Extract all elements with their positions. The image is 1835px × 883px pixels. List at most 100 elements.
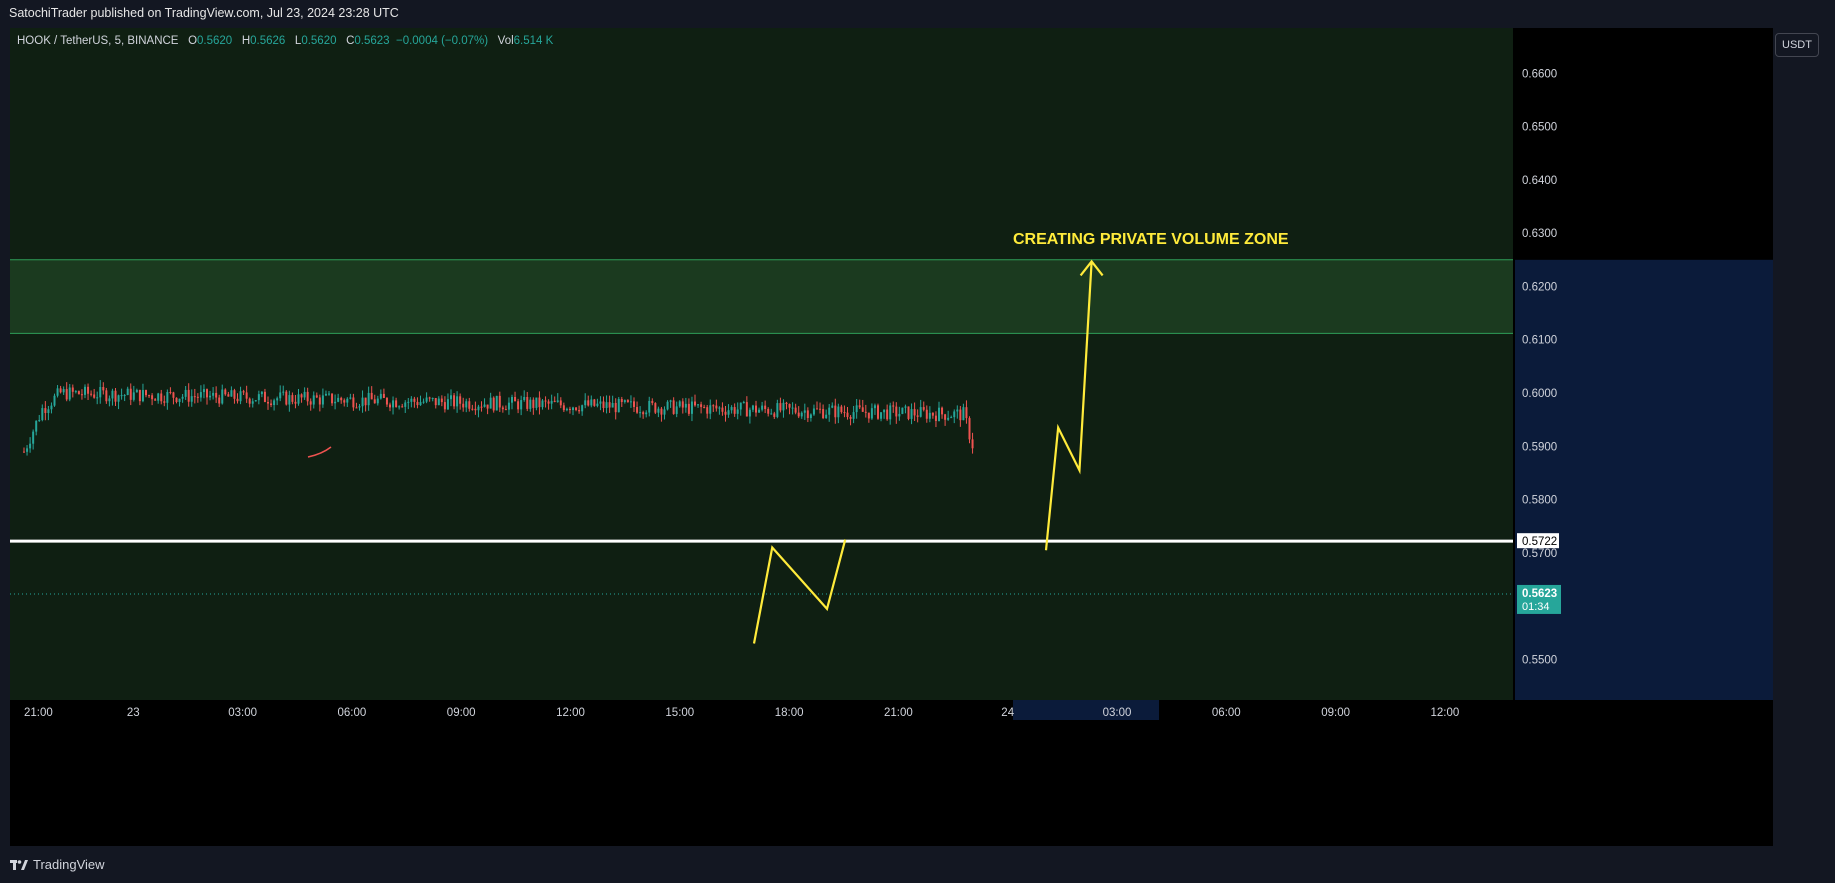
candle-body-up (324, 393, 327, 396)
candle-body-up (889, 405, 892, 420)
currency-button[interactable]: USDT (1775, 33, 1819, 57)
chart-frame[interactable]: CREATING PRIVATE VOLUME ZONE 0.6600 0.650… (10, 28, 1773, 846)
candle-body-down (794, 407, 797, 413)
symbol-label[interactable]: HOOK / TetherUS, 5, BINANCE (17, 35, 178, 47)
candle-body-down (931, 412, 934, 416)
candle-body-up (483, 404, 486, 407)
candle-body-down (294, 401, 297, 404)
candle-body-down (105, 390, 108, 402)
candle-body-down (309, 401, 312, 405)
candle-body-up (230, 390, 233, 397)
candle-body-up (919, 407, 922, 417)
time-tick-label: 12:00 (1431, 707, 1460, 719)
candle-body-up (108, 398, 111, 402)
candle-body-down (434, 397, 437, 406)
candle-body-up (190, 396, 193, 402)
volume-value: 6.514 K (513, 35, 554, 47)
candle-body-up (398, 406, 401, 408)
candle-body-down (428, 397, 431, 399)
time-axis-background (10, 700, 1773, 846)
candle-body-down (382, 393, 385, 398)
candle-body-down (440, 398, 443, 403)
candle-body-down (694, 401, 696, 406)
candle-body-down (849, 416, 852, 419)
tradingview-brand[interactable]: TradingView (10, 857, 105, 872)
candle-body-down (486, 404, 489, 409)
candle-body-up (742, 402, 745, 404)
candle-body-up (337, 397, 340, 402)
candle-body-up (425, 397, 428, 402)
candle-body-down (318, 397, 321, 405)
candle-body-up (669, 400, 672, 402)
candle-body-up (456, 396, 459, 407)
candle-body-down (352, 397, 355, 408)
candle-body-up (279, 392, 282, 399)
candle-body-down (877, 405, 879, 419)
candle-body-down (306, 391, 309, 402)
price-tick-label: 0.6500 (1522, 122, 1557, 134)
candle-body-down (568, 408, 571, 411)
candle-body-down (626, 400, 629, 402)
candle-body-down (340, 397, 343, 401)
candle-body-up (68, 387, 71, 400)
candle-body-down (163, 401, 166, 403)
time-tick-label: 06:00 (1212, 707, 1241, 719)
candle-body-down (544, 400, 547, 402)
candle-body-up (251, 401, 254, 404)
candle-body-down (797, 412, 800, 417)
candle-body-down (721, 407, 724, 412)
candle-body-up (962, 407, 965, 421)
candle-body-up (751, 405, 754, 410)
time-axis[interactable]: 21:00 23 03:00 06:00 09:00 12:00 15:00 18:00 21:… (10, 700, 1773, 846)
candle-body-down (401, 406, 404, 408)
ohlc-legend: HOOK / TetherUS, 5, BINANCE O0.5620 H0.5… (17, 35, 553, 47)
candle-body-down (90, 393, 93, 395)
time-tick-label: 03:00 (1103, 707, 1132, 719)
candle-body-down (913, 409, 916, 416)
candle-body-down (233, 390, 236, 399)
candle-body-up (141, 390, 144, 402)
candle-body-up (529, 399, 532, 409)
candle-body-up (489, 397, 492, 409)
change-value: −0.0004 (−0.07%) (395, 35, 489, 47)
candle-body-down (169, 391, 172, 393)
candle-body-up (727, 410, 730, 415)
candle-body-down (77, 391, 80, 395)
candle-body-up (111, 390, 114, 399)
candle-body-down (965, 407, 968, 419)
candle-body-up (657, 408, 660, 413)
price-tick-label: 0.6400 (1522, 175, 1557, 187)
candle-body-up (511, 396, 513, 403)
candle-body-up (584, 400, 587, 406)
candle-body-up (431, 397, 434, 399)
candle-body-down (843, 412, 846, 414)
candle-body-up (828, 407, 831, 415)
candle-body-down (703, 406, 706, 408)
candle-body-down (389, 404, 391, 408)
candle-body-up (312, 395, 315, 405)
candle-body-up (953, 411, 956, 418)
candle-body-down (779, 403, 782, 411)
candle-body-up (541, 400, 544, 408)
candle-body-down (459, 396, 462, 404)
candle-body-up (209, 395, 212, 398)
candle-body-up (126, 388, 129, 396)
candle-body-down (215, 392, 218, 398)
candle-body-up (358, 406, 361, 408)
candle-body-up (26, 448, 29, 452)
candle-body-down (715, 405, 718, 409)
candle-body-up (629, 401, 632, 403)
candle-body-down (413, 398, 416, 402)
candle-body-up (645, 412, 648, 415)
candle-body-up (53, 395, 56, 406)
candle-body-down (547, 401, 550, 404)
candle-body-up (212, 392, 215, 396)
candle-body-up (758, 409, 761, 413)
candle-body-up (410, 398, 413, 402)
candle-body-up (334, 401, 337, 404)
price-tick-label: 0.5700 (1522, 548, 1557, 560)
price-tick-label: 0.6300 (1522, 228, 1557, 240)
candle-body-up (282, 391, 285, 393)
price-chart[interactable]: CREATING PRIVATE VOLUME ZONE 0.6600 0.650… (10, 28, 1773, 846)
candle-body-down (858, 405, 861, 408)
